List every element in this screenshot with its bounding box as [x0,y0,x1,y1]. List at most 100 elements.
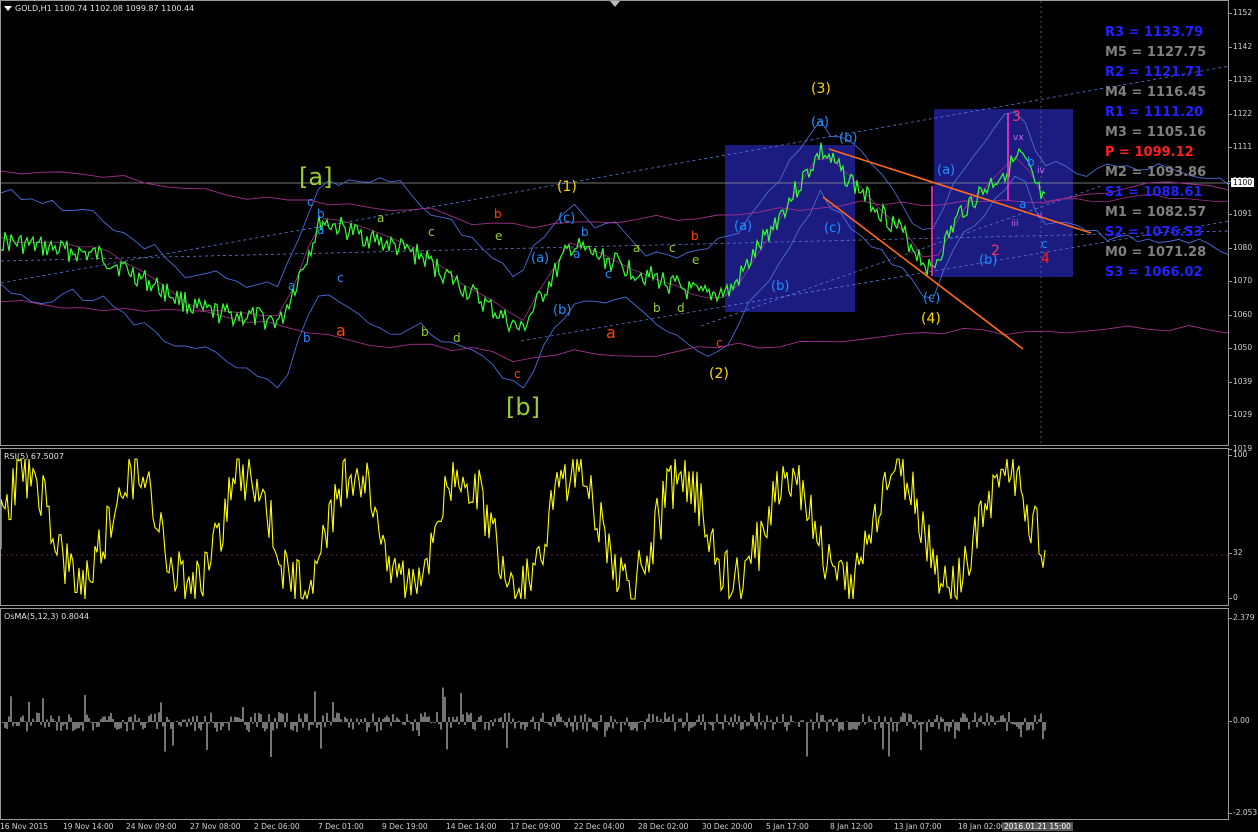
wave-label: b [581,225,589,239]
wave-label: e [495,229,503,243]
time-tick: 18 Jan 02:00 [958,822,1006,831]
pivot-label: S1 = 1088.61 [1105,185,1203,200]
time-tick: 8 Jan 12:00 [830,822,873,831]
pivot-label: M4 = 1116.45 [1105,85,1207,100]
chart-header-text: GOLD,H1 1100.74 1102.08 1099.87 1100.44 [15,4,195,13]
rsi-header: RSI(5) 67.5007 [4,452,64,461]
pivot-label: S2 = 1076.53 [1105,225,1203,240]
wave-label: 3 [1012,109,1021,125]
wave-label: e [692,253,700,267]
price-axis[interactable]: 1152 1142 1132 1122 1111 1100 1091 1080 1070 1060… [1226,0,1258,453]
time-tick: 17 Dec 09:00 [510,822,561,831]
wave-label: v [1037,211,1043,221]
osma-tick: -2.053 [1228,808,1258,817]
analysis-box-2 [934,109,1073,277]
price-tick: 1029 [1228,410,1253,419]
wave-label: a [1019,197,1027,211]
osma-axis: 2.379 0.00 -2.053 [1228,608,1258,820]
wave-label: a [288,279,296,293]
wave-label: a [317,223,325,237]
time-tick: 7 Dec 01:00 [318,822,364,831]
price-tick: 1070 [1228,276,1253,285]
time-tick: 24 Nov 09:00 [126,822,177,831]
dropdown-triangle-icon[interactable] [4,6,12,11]
wave-label: b [317,207,325,221]
osma-chart [2,687,1046,757]
time-tick: 28 Dec 02:00 [638,822,689,831]
wave-label: (a) [531,251,550,266]
wave-label: b [494,207,502,221]
wave-label: (1) [557,179,577,195]
wave-label: (a) [937,163,956,178]
osma-header: OsMA(5,12,3) 0.8044 [4,612,90,621]
wave-label: (b) [839,131,858,146]
pivot-label: R3 = 1133.79 [1105,25,1204,40]
time-tick: 27 Nov 08:00 [190,822,241,831]
pivot-label: R1 = 1111.20 [1105,105,1204,120]
wave-label: c [514,367,521,381]
wave-label: (a) [811,115,830,130]
pivot-label: M0 = 1071.28 [1105,245,1207,260]
time-tick: 19 Nov 14:00 [63,822,114,831]
price-tick: 1091 [1228,209,1253,218]
price-series [1,142,1046,334]
wave-label: d [677,301,685,315]
time-tick: 30 Dec 20:00 [702,822,753,831]
price-tick: 1060 [1228,309,1253,319]
chart-shift-icon[interactable] [610,1,620,7]
wave-label: c [716,336,723,350]
osma-pane[interactable]: OsMA(5,12,3) 0.8044 [0,608,1229,820]
pivot-label: P = 1099.12 [1105,145,1194,160]
rsi-tick: 0 [1229,593,1238,602]
wave-label: a [633,241,641,255]
current-price-tag: 1100 [1226,178,1255,187]
price-tick: 1142 [1228,41,1253,51]
wave-label: b [421,325,429,339]
price-tick: 1039 [1228,376,1253,386]
wave-label: a [606,323,616,342]
price-tick: 1050 [1228,343,1253,352]
wave-label: (2) [709,366,729,382]
price-chart-pane[interactable]: GOLD,H1 1100.74 1102.08 1099.87 1100.44 … [0,0,1229,446]
pivot-label: M1 = 1082.57 [1105,205,1207,220]
wave-label: (c) [558,211,576,226]
price-tick: 1132 [1228,75,1253,84]
rsi-tick: 100 [1228,450,1248,459]
wave-label: c [605,267,612,281]
wave-label: (a) [734,219,753,234]
rsi-axis: 100 32 0 [1228,448,1258,606]
wave-label: 4 [1041,251,1050,267]
wave-label: (4) [921,311,941,327]
wave-label: [a] [299,163,333,191]
wave-label: b [691,229,699,243]
wave-label: c [337,271,344,285]
wave-label: c [307,195,314,209]
pivot-label: M3 = 1105.16 [1105,125,1207,140]
wave-label: (b) [553,303,572,318]
time-tick: 16 Nov 2015 [0,822,49,831]
pivot-label: M5 = 1127.75 [1105,45,1207,60]
wave-label: d [453,331,461,345]
wave-label: a [336,321,346,340]
time-tick: 13 Jan 07:00 [894,822,942,831]
wave-label: iv [1037,166,1045,176]
chart-header: GOLD,H1 1100.74 1102.08 1099.87 1100.44 [4,4,194,13]
price-chart[interactable] [1,1,1229,446]
wave-label: (3) [811,81,831,97]
wave-label: b [653,301,661,315]
pivot-label: S3 = 1066.02 [1105,265,1203,280]
price-tick: 1080 [1228,242,1253,252]
rsi-pane[interactable]: RSI(5) 67.5007 [0,448,1229,606]
wave-label: b [1027,155,1035,169]
osma-tick: 0.00 [1229,716,1250,725]
wave-label: iii [1011,219,1019,229]
price-tick: 1152 [1228,8,1253,17]
wave-label: 2 [991,243,1000,259]
time-tick: 2016.01.21 15:00 [1002,822,1073,831]
time-tick: 22 Dec 04:00 [574,822,625,831]
time-axis[interactable]: 16 Nov 2015 19 Nov 14:00 24 Nov 09:00 27 No… [0,820,1258,832]
wave-label: c [428,225,435,239]
time-tick: 5 Jan 17:00 [766,822,809,831]
wave-label: b [303,331,311,345]
osma-tick: 2.379 [1228,613,1255,622]
